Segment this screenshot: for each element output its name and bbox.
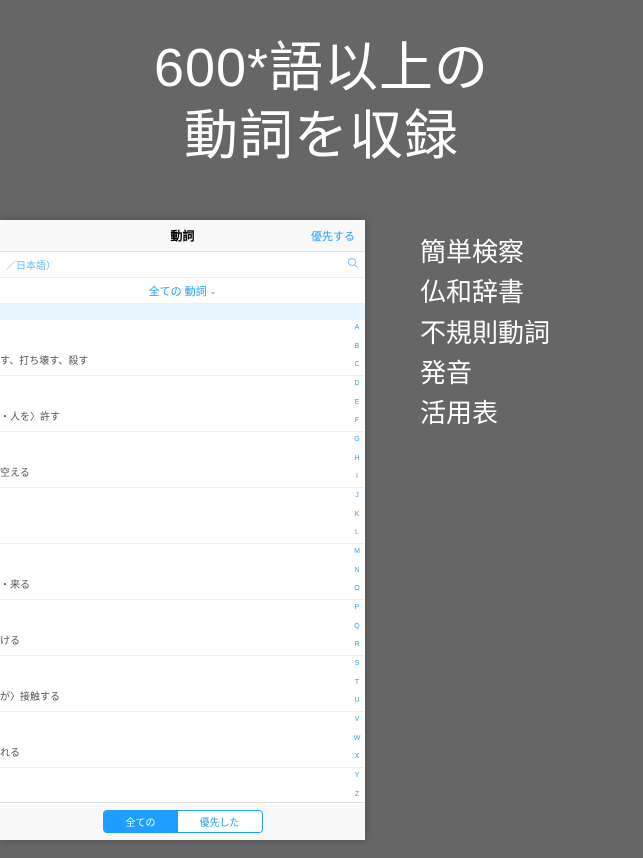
index-letter[interactable]: D bbox=[352, 380, 362, 387]
list-item[interactable]: ・人を〉許す bbox=[0, 376, 365, 432]
index-letter[interactable]: Y bbox=[352, 772, 362, 779]
index-letter[interactable]: N bbox=[352, 567, 362, 574]
segment-priority[interactable]: 優先した bbox=[178, 811, 262, 832]
alphabet-index[interactable]: A B C D E F G H I J K L M N O P Q R S T … bbox=[352, 324, 362, 798]
list-item[interactable]: ける bbox=[0, 600, 365, 656]
list-item[interactable] bbox=[0, 488, 365, 544]
search-input[interactable]: ／日本語） bbox=[6, 257, 347, 272]
list-item[interactable]: ・来る bbox=[0, 544, 365, 600]
section-header bbox=[0, 304, 365, 320]
list-item[interactable]: 空える bbox=[0, 432, 365, 488]
search-bar[interactable]: ／日本語） bbox=[0, 252, 365, 278]
index-letter[interactable]: S bbox=[352, 660, 362, 667]
index-letter[interactable]: V bbox=[352, 716, 362, 723]
index-letter[interactable]: T bbox=[352, 679, 362, 686]
feature-item: 活用表 bbox=[420, 393, 550, 433]
verb-list[interactable]: す、打ち壊す、殺す ・人を〉許す 空える ・来る ける が〉接触する れる 責め… bbox=[0, 320, 365, 802]
feature-item: 簡単検察 bbox=[420, 232, 550, 272]
index-letter[interactable]: Z bbox=[352, 791, 362, 798]
filter-label: 全ての 動詞 bbox=[149, 283, 207, 299]
index-letter[interactable]: G bbox=[352, 436, 362, 443]
page-title: 動詞 bbox=[170, 227, 194, 244]
index-letter[interactable]: O bbox=[352, 585, 362, 592]
list-item[interactable]: れる bbox=[0, 712, 365, 768]
bottom-toolbar: 全ての 優先した bbox=[0, 802, 365, 840]
feature-item: 発音 bbox=[420, 353, 550, 393]
index-letter[interactable]: M bbox=[352, 548, 362, 555]
index-letter[interactable]: X bbox=[352, 753, 362, 760]
hero-line-1: 600*語以上の bbox=[0, 35, 643, 103]
index-letter[interactable]: R bbox=[352, 641, 362, 648]
index-letter[interactable]: U bbox=[352, 697, 362, 704]
index-letter[interactable]: A bbox=[352, 324, 362, 331]
index-letter[interactable]: K bbox=[352, 511, 362, 518]
chevron-down-icon: ⌄ bbox=[210, 287, 217, 296]
index-letter[interactable]: I bbox=[352, 473, 362, 480]
segmented-control[interactable]: 全ての 優先した bbox=[103, 810, 263, 833]
index-letter[interactable]: Q bbox=[352, 623, 362, 630]
search-icon[interactable] bbox=[347, 257, 359, 272]
app-screenshot: 動詞 優先する ／日本語） 全ての 動詞 ⌄ す、打ち壊す、殺す ・人を〉許す … bbox=[0, 220, 365, 840]
index-letter[interactable]: H bbox=[352, 455, 362, 462]
feature-item: 不規則動詞 bbox=[420, 313, 550, 353]
filter-dropdown[interactable]: 全ての 動詞 ⌄ bbox=[0, 278, 365, 304]
list-item[interactable]: す、打ち壊す、殺す bbox=[0, 320, 365, 376]
hero-line-2: 動詞を収録 bbox=[0, 103, 643, 171]
index-letter[interactable]: C bbox=[352, 361, 362, 368]
prioritize-button[interactable]: 優先する bbox=[311, 220, 355, 252]
index-letter[interactable]: L bbox=[352, 529, 362, 536]
hero-headline: 600*語以上の 動詞を収録 bbox=[0, 35, 643, 170]
index-letter[interactable]: F bbox=[352, 417, 362, 424]
index-letter[interactable]: B bbox=[352, 343, 362, 350]
feature-list: 簡単検察 仏和辞書 不規則動詞 発音 活用表 bbox=[420, 232, 550, 433]
index-letter[interactable]: P bbox=[352, 604, 362, 611]
list-item[interactable]: が〉接触する bbox=[0, 656, 365, 712]
segment-all[interactable]: 全ての bbox=[104, 811, 178, 832]
index-letter[interactable]: E bbox=[352, 399, 362, 406]
index-letter[interactable]: W bbox=[352, 735, 362, 742]
index-letter[interactable]: J bbox=[352, 492, 362, 499]
nav-bar: 動詞 優先する bbox=[0, 220, 365, 252]
list-item[interactable]: 責める bbox=[0, 768, 365, 802]
feature-item: 仏和辞書 bbox=[420, 272, 550, 312]
